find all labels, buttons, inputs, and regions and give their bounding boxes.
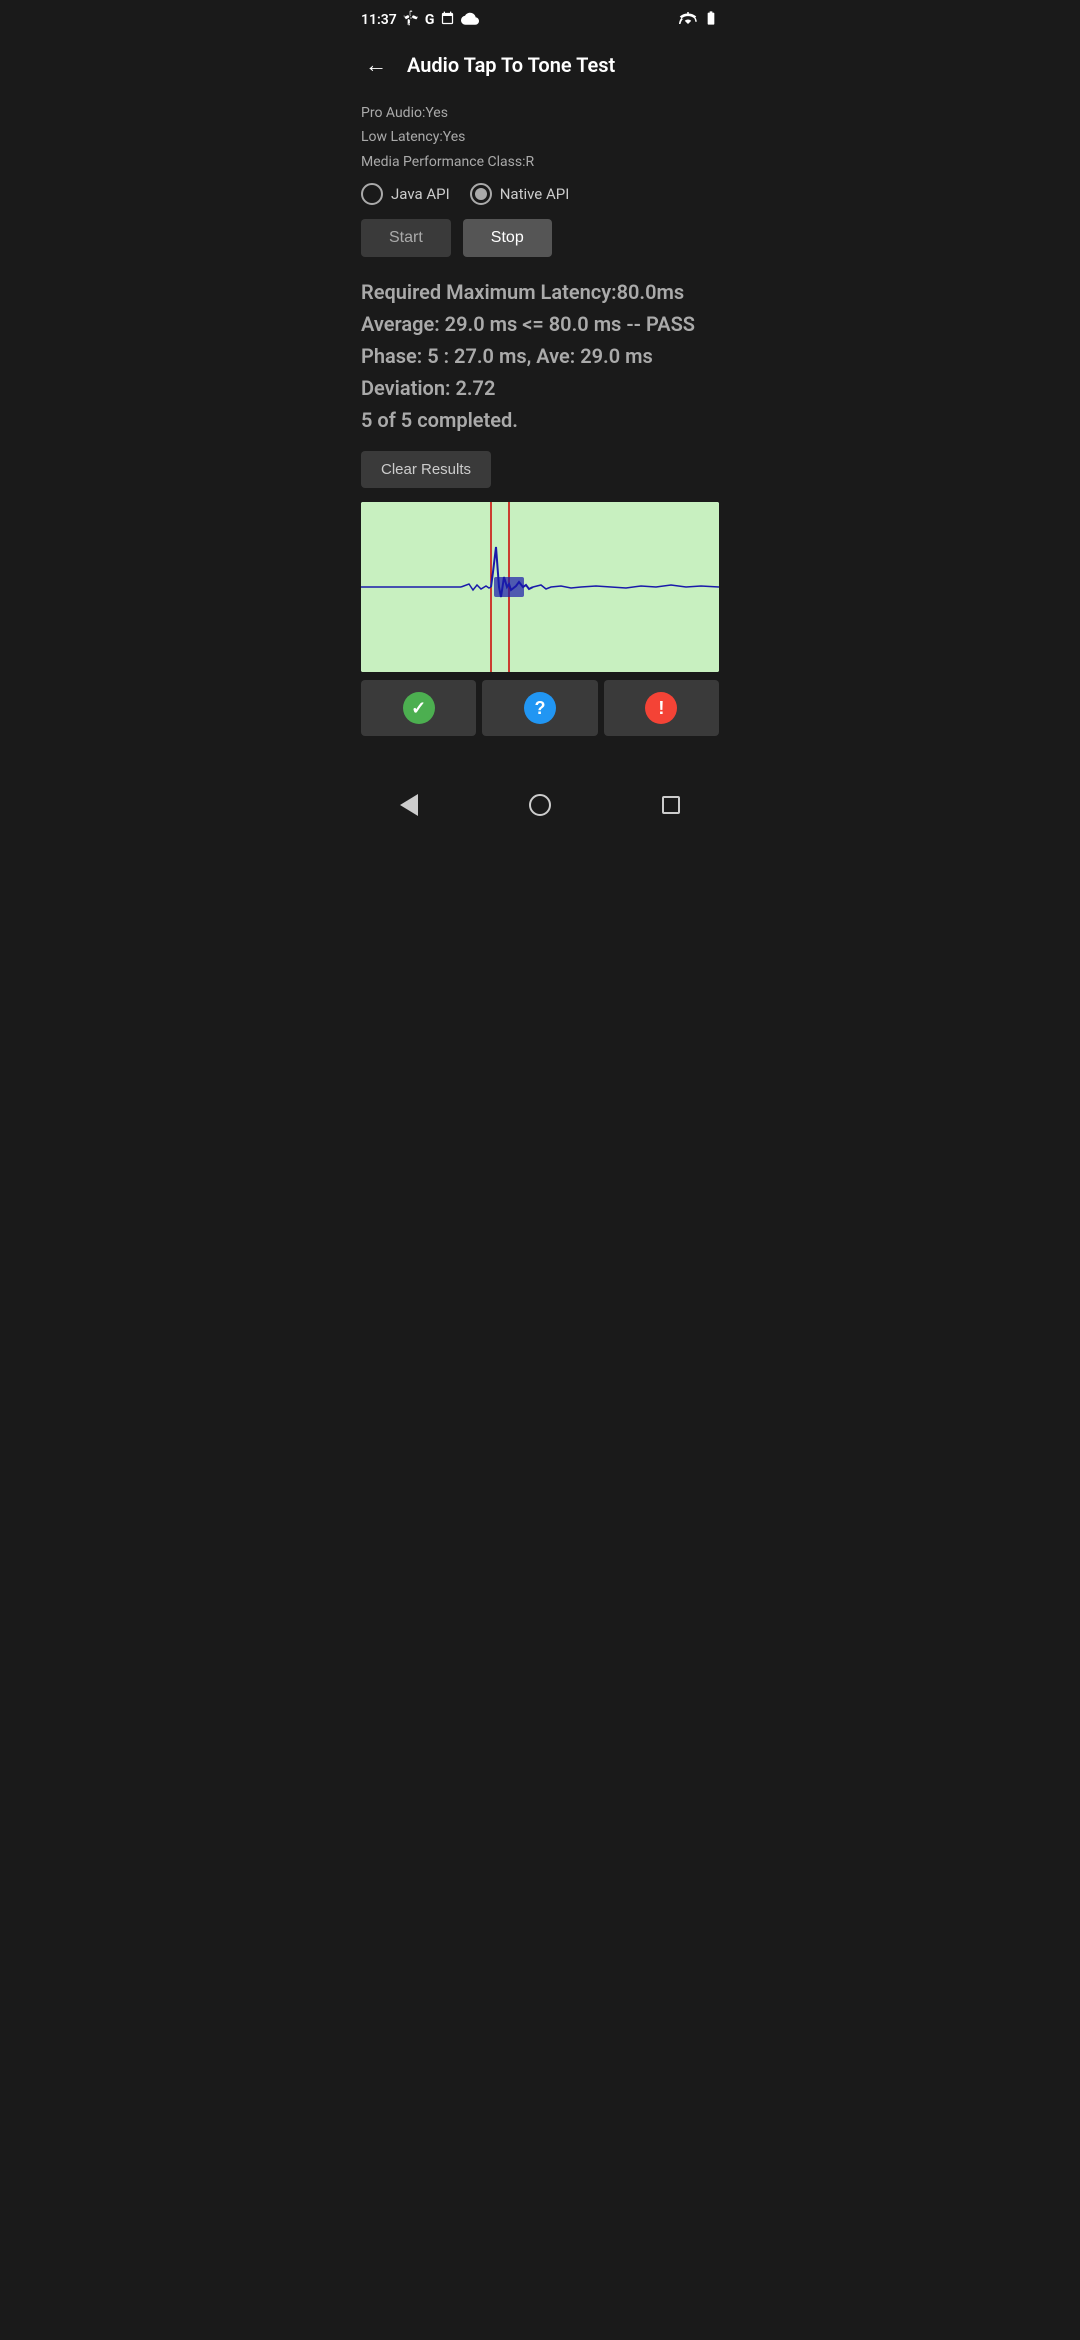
pass-button[interactable]: ✓	[361, 680, 476, 736]
stop-button[interactable]: Stop	[463, 219, 552, 257]
battery-icon	[703, 10, 719, 30]
check-icon: ✓	[403, 692, 435, 724]
nav-home-icon	[529, 794, 551, 816]
control-buttons: Start Stop	[361, 219, 719, 257]
waveform-svg	[361, 502, 719, 672]
api-radio-group: Java API Native API	[361, 183, 719, 205]
status-bar: 11:37 G	[345, 0, 735, 36]
warning-button[interactable]: !	[604, 680, 719, 736]
calendar-icon	[440, 11, 455, 30]
exclamation-icon: !	[645, 692, 677, 724]
navigation-bar	[345, 774, 735, 844]
waveform-display	[361, 502, 719, 672]
start-button[interactable]: Start	[361, 219, 451, 257]
java-api-radio[interactable]	[361, 183, 383, 205]
native-api-label: Native API	[500, 185, 570, 203]
app-title: Audio Tap To Tone Test	[407, 53, 615, 77]
status-bar-right	[679, 10, 719, 30]
action-buttons-row: ✓ ? !	[361, 680, 719, 736]
native-api-radio-inner	[475, 188, 487, 200]
low-latency-info: Low Latency:Yes	[361, 126, 719, 148]
status-bar-left: 11:37 G	[361, 10, 479, 30]
java-api-option[interactable]: Java API	[361, 183, 450, 205]
question-icon: ?	[524, 692, 556, 724]
back-button[interactable]: ←	[361, 48, 391, 82]
results-section: Required Maximum Latency:80.0ms Average:…	[361, 277, 719, 435]
result-line-5: 5 of 5 completed.	[361, 405, 719, 435]
result-line-1: Required Maximum Latency:80.0ms	[361, 277, 719, 307]
nav-back-button[interactable]	[392, 786, 426, 824]
result-line-2: Average: 29.0 ms <= 80.0 ms -- PASS	[361, 309, 719, 339]
result-line-4: Deviation: 2.72	[361, 373, 719, 403]
nav-recent-button[interactable]	[654, 788, 688, 822]
app-bar: ← Audio Tap To Tone Test	[345, 36, 735, 94]
clear-results-button[interactable]: Clear Results	[361, 451, 491, 488]
wifi-icon	[679, 11, 697, 29]
nav-recent-icon	[662, 796, 680, 814]
cloud-icon	[461, 11, 479, 29]
nav-home-button[interactable]	[521, 786, 559, 824]
native-api-option[interactable]: Native API	[470, 183, 570, 205]
result-line-3: Phase: 5 : 27.0 ms, Ave: 29.0 ms	[361, 341, 719, 371]
status-time: 11:37	[361, 12, 397, 28]
nav-back-icon	[400, 794, 418, 816]
media-performance-info: Media Performance Class:R	[361, 151, 719, 173]
fan-icon	[403, 10, 419, 30]
native-api-radio[interactable]	[470, 183, 492, 205]
content-area: Pro Audio:Yes Low Latency:Yes Media Perf…	[345, 94, 735, 774]
google-icon: G	[425, 12, 435, 28]
pro-audio-info: Pro Audio:Yes	[361, 102, 719, 124]
info-button[interactable]: ?	[482, 680, 597, 736]
java-api-label: Java API	[391, 185, 450, 203]
